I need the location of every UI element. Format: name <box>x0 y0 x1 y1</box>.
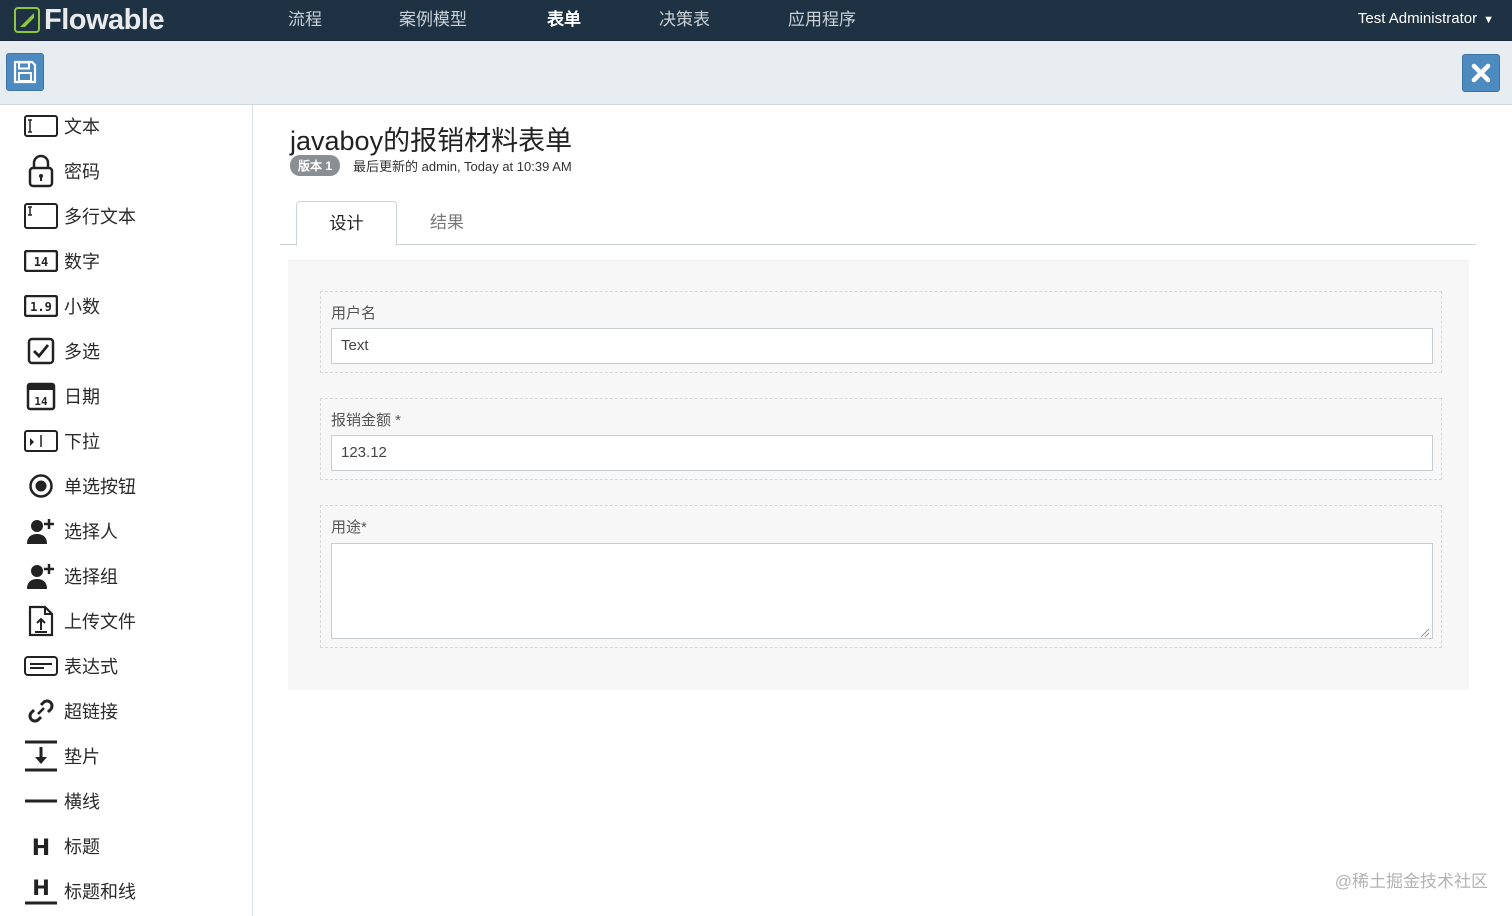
palette-item-password[interactable]: 密码 <box>22 151 100 191</box>
palette-item-heading[interactable]: H 标题 <box>22 826 100 866</box>
form-editor: javaboy的报销材料表单 版本 1 最后更新的 admin, Today a… <box>253 105 1512 916</box>
palette-item-hyperlink[interactable]: 超链接 <box>22 691 118 731</box>
nav-item-apps[interactable]: 应用程序 <box>788 0 856 41</box>
field-palette: 文本 密码 多行文本 14 数字 1.9 小数 多选 14 日期 下拉 单选按钮… <box>0 105 253 916</box>
palette-item-date[interactable]: 14 日期 <box>22 376 100 416</box>
link-icon <box>22 694 60 728</box>
field-label: 报销金额 * <box>331 412 402 429</box>
nav-item-process[interactable]: 流程 <box>288 0 322 41</box>
palette-item-heading-line[interactable]: H 标题和线 <box>22 871 136 911</box>
group-add-icon <box>22 559 60 593</box>
close-icon <box>1471 63 1491 83</box>
close-button[interactable] <box>1462 54 1500 92</box>
radio-icon <box>22 469 60 503</box>
palette-item-expression[interactable]: 表达式 <box>22 646 118 686</box>
palette-item-dropdown[interactable]: 下拉 <box>22 421 100 461</box>
svg-text:1.9: 1.9 <box>30 300 52 314</box>
logo-text: Flowable <box>44 3 165 36</box>
number-icon: 14 <box>22 244 60 278</box>
lock-icon <box>22 154 60 188</box>
palette-item-upload[interactable]: 上传文件 <box>22 601 136 641</box>
palette-item-horizontal-line[interactable]: 横线 <box>22 781 100 821</box>
svg-text:14: 14 <box>34 255 48 269</box>
field-label: 用户名 <box>331 305 377 322</box>
svg-text:H: H <box>32 836 50 858</box>
save-icon <box>13 60 37 84</box>
checkbox-icon <box>22 334 60 368</box>
nav-item-decision-tables[interactable]: 决策表 <box>659 0 710 41</box>
form-field-amount[interactable]: 报销金额 * 123.12 <box>320 398 1442 480</box>
amount-input[interactable]: 123.12 <box>331 435 1433 471</box>
version-badge: 版本 1 <box>290 154 341 176</box>
palette-item-select-user[interactable]: 选择人 <box>22 511 118 551</box>
nav-item-case-models[interactable]: 案例模型 <box>399 0 467 41</box>
heading-line-icon: H <box>22 874 60 908</box>
multiline-text-icon <box>22 199 60 233</box>
text-field-icon <box>22 109 60 143</box>
upload-icon <box>22 604 60 638</box>
tab-design[interactable]: 设计 <box>296 201 397 246</box>
user-name: Test Administrator <box>1357 10 1478 27</box>
form-field-username[interactable]: 用户名 Text <box>320 291 1442 373</box>
heading-icon: H <box>22 829 60 863</box>
chevron-down-icon: ▼ <box>1483 14 1494 26</box>
watermark: @稀土掘金技术社区 <box>1334 872 1488 891</box>
palette-item-checkbox[interactable]: 多选 <box>22 331 100 371</box>
flowable-logo[interactable]: Flowable <box>14 3 165 36</box>
form-field-purpose[interactable]: 用途* <box>320 505 1442 648</box>
field-label: 用途* <box>331 519 367 536</box>
palette-item-text[interactable]: 文本 <box>22 106 100 146</box>
purpose-textarea[interactable] <box>331 543 1433 639</box>
user-menu[interactable]: Test Administrator ▼ <box>1358 0 1494 41</box>
palette-item-multiline-text[interactable]: 多行文本 <box>22 196 136 236</box>
flowable-logo-icon <box>14 7 40 33</box>
svg-text:H: H <box>32 876 50 900</box>
form-title: javaboy的报销材料表单 <box>290 126 573 156</box>
form-meta: 版本 1 最后更新的 admin, Today at 10:39 AM <box>290 154 572 176</box>
nav-item-forms[interactable]: 表单 <box>547 0 581 47</box>
spacer-icon <box>22 739 60 773</box>
palette-item-decimal[interactable]: 1.9 小数 <box>22 286 100 326</box>
palette-item-select-group[interactable]: 选择组 <box>22 556 118 596</box>
user-add-icon <box>22 514 60 548</box>
tab-result[interactable]: 结果 <box>397 201 497 245</box>
calendar-icon: 14 <box>22 379 60 413</box>
palette-item-radio[interactable]: 单选按钮 <box>22 466 136 506</box>
horizontal-line-icon <box>22 784 60 818</box>
top-navbar: Flowable 流程 案例模型 表单 决策表 应用程序 Test Admini… <box>0 0 1512 47</box>
expression-icon <box>22 649 60 683</box>
last-updated-text: 最后更新的 admin, Today at 10:39 AM <box>353 158 572 174</box>
save-button[interactable] <box>6 53 44 91</box>
editor-toolbar <box>0 41 1512 105</box>
svg-text:14: 14 <box>34 395 48 408</box>
editor-tabs: 设计 结果 <box>280 201 1476 246</box>
palette-item-number[interactable]: 14 数字 <box>22 241 100 281</box>
dropdown-icon <box>22 424 60 458</box>
nav-item-forms-label: 表单 <box>547 10 581 29</box>
decimal-icon: 1.9 <box>22 289 60 323</box>
resize-grip-icon[interactable] <box>1421 629 1429 637</box>
form-canvas: 用户名 Text 报销金额 * 123.12 用途* <box>288 260 1469 690</box>
palette-item-spacer[interactable]: 垫片 <box>22 736 100 776</box>
username-input[interactable]: Text <box>331 328 1433 364</box>
